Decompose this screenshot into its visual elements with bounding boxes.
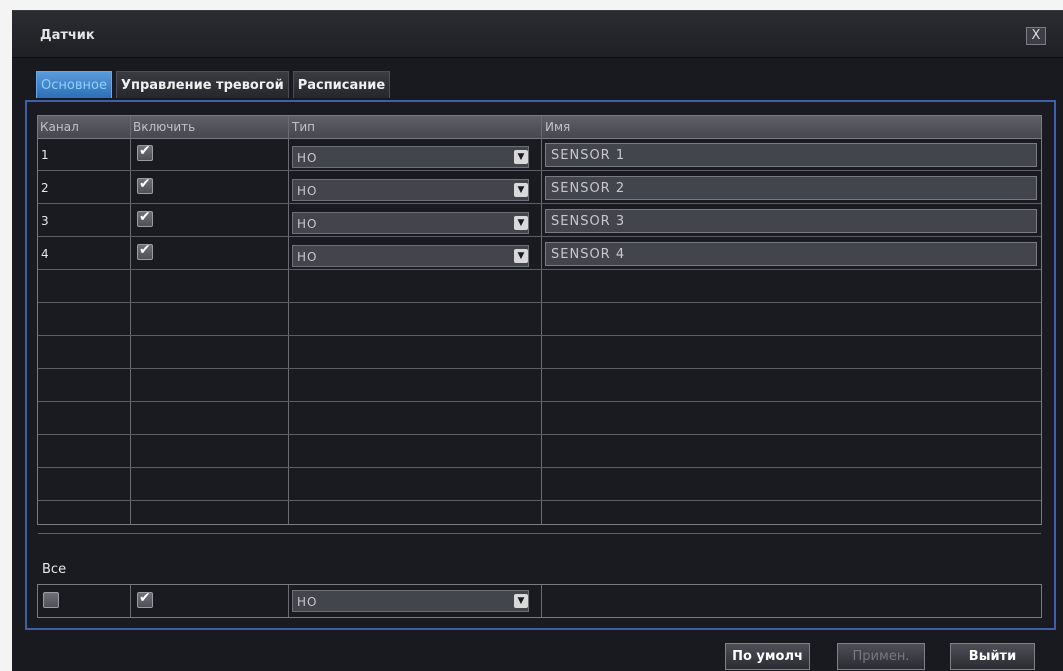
dialog-title: Датчик: [40, 28, 95, 43]
sensor-name-input[interactable]: SENSOR 4: [545, 242, 1037, 266]
type-value: НО: [297, 250, 318, 264]
chevron-down-icon: ▼: [514, 150, 528, 164]
all-row: ✔ НО ▼: [37, 584, 1042, 618]
all-enable-checkbox[interactable]: ✔: [137, 590, 153, 608]
table-row: 1 ✔ НО ▼ SENSOR 1: [38, 139, 1041, 171]
enable-checkbox[interactable]: ✔: [137, 242, 153, 260]
column-divider: [130, 585, 131, 617]
table-header: Канал Включить Тип Имя: [38, 116, 1041, 139]
header-channel: Канал: [40, 120, 79, 134]
type-select[interactable]: НО ▼: [292, 179, 529, 201]
table-row: [38, 271, 1041, 303]
tab-bar: Основное Управление тревогой Расписание: [36, 71, 394, 99]
table-row: [38, 403, 1041, 435]
close-icon: X: [1031, 28, 1041, 43]
all-type-select[interactable]: НО ▼: [292, 590, 529, 612]
table-row: [38, 304, 1041, 336]
table-row: [38, 370, 1041, 402]
sensor-name-input[interactable]: SENSOR 1: [545, 143, 1037, 167]
header-name: Имя: [545, 120, 571, 134]
checkmark-icon: ✔: [139, 590, 151, 606]
chevron-down-icon: ▼: [514, 183, 528, 197]
column-divider: [288, 585, 289, 617]
tab-alarm-control[interactable]: Управление тревогой: [115, 71, 289, 98]
close-button[interactable]: X: [1026, 27, 1046, 45]
table-row: 4 ✔ НО ▼ SENSOR 4: [38, 238, 1041, 270]
enable-checkbox[interactable]: ✔: [137, 209, 153, 227]
type-select[interactable]: НО ▼: [292, 146, 529, 168]
tab-schedule[interactable]: Расписание: [292, 71, 391, 98]
table-row: [38, 469, 1041, 501]
sensor-name-input[interactable]: SENSOR 3: [545, 209, 1037, 233]
header-type: Тип: [292, 120, 315, 134]
apply-button[interactable]: Примен.: [837, 643, 925, 670]
channel-number: 3: [41, 214, 49, 228]
chevron-down-icon: ▼: [514, 249, 528, 263]
table-row: [38, 436, 1041, 468]
channel-number: 1: [41, 148, 49, 162]
channel-number: 4: [41, 247, 49, 261]
type-value: НО: [297, 217, 318, 231]
type-value: НО: [297, 184, 318, 198]
settings-panel: Канал Включить Тип Имя 1 ✔ НО ▼ SENSOR 1 2 ✔ НО…: [25, 100, 1056, 630]
type-select[interactable]: НО ▼: [292, 212, 529, 234]
tab-basic[interactable]: Основное: [36, 71, 112, 98]
exit-button[interactable]: Выйти: [950, 643, 1035, 670]
header-enable: Включить: [133, 120, 196, 134]
sensor-table: Канал Включить Тип Имя 1 ✔ НО ▼ SENSOR 1 2 ✔ НО…: [37, 115, 1042, 534]
sensor-name-value: SENSOR 3: [551, 214, 626, 229]
all-select-checkbox[interactable]: [43, 592, 59, 608]
table-row: 2 ✔ НО ▼ SENSOR 2: [38, 172, 1041, 204]
default-button[interactable]: По умолч: [725, 643, 810, 670]
sensor-dialog: Датчик X Основное Управление тревогой Ра…: [12, 10, 1063, 671]
checkmark-icon: ✔: [139, 242, 151, 258]
title-bar: Датчик X: [12, 11, 1063, 58]
enable-checkbox[interactable]: ✔: [137, 143, 153, 161]
sensor-name-value: SENSOR 1: [551, 148, 626, 163]
all-type-value: НО: [297, 595, 318, 609]
table-row: 3 ✔ НО ▼ SENSOR 3: [38, 205, 1041, 237]
channel-number: 2: [41, 181, 49, 195]
checkmark-icon: ✔: [139, 176, 151, 192]
type-value: НО: [297, 151, 318, 165]
enable-checkbox[interactable]: ✔: [137, 176, 153, 194]
all-label: Все: [42, 562, 67, 577]
type-select[interactable]: НО ▼: [292, 245, 529, 267]
column-divider: [541, 585, 542, 617]
sensor-name-input[interactable]: SENSOR 2: [545, 176, 1037, 200]
chevron-down-icon: ▼: [514, 216, 528, 230]
checkmark-icon: ✔: [139, 143, 151, 159]
checkmark-icon: ✔: [139, 209, 151, 225]
sensor-name-value: SENSOR 4: [551, 247, 626, 262]
table-row: [38, 337, 1041, 369]
chevron-down-icon: ▼: [514, 594, 528, 608]
table-row: [38, 502, 1041, 534]
sensor-name-value: SENSOR 2: [551, 181, 626, 196]
